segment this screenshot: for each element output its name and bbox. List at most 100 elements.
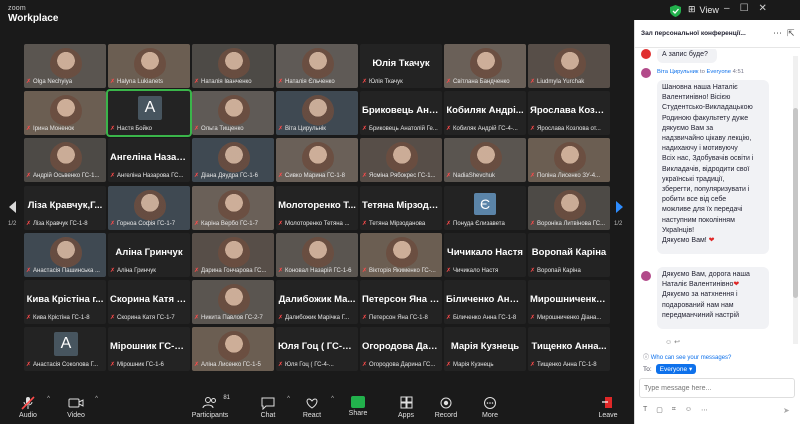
participant-tile[interactable]: ✗ Olga Nechyiya: [24, 44, 106, 88]
participant-tile[interactable]: ✗ Віта Цирульнік: [276, 91, 358, 136]
recipient-dropdown[interactable]: Everyone ▾: [655, 364, 697, 374]
participant-tile[interactable]: ✗ Горноа Софія ГС-1-7: [108, 185, 190, 230]
participant-tile[interactable]: ✗ Дарина Гончарова ГС...: [192, 232, 274, 277]
participant-tile[interactable]: Кива Крістіна г... ✗ Кива Крістіна ГС-1-8: [24, 280, 106, 324]
participant-tile[interactable]: Воропай Каріна ✗ Воропай Каріна: [528, 232, 610, 277]
participant-tile[interactable]: Молоторенко Т... ✗ Молоторенко Тетяна ...: [276, 185, 358, 230]
audio-button[interactable]: Audio ^: [8, 396, 50, 419]
participant-tile[interactable]: ✗ Вікторія Якименко ГС-...: [360, 232, 442, 277]
participant-tile[interactable]: ✗ Каріна Вербо ГС-1-7: [192, 185, 274, 230]
participant-tile[interactable]: Мірошник ГС-1-6 ✗ Мірошник ГС-1-6: [108, 327, 190, 372]
participant-tile[interactable]: ✗ Діана Дяудра ГС-1-6: [192, 138, 274, 183]
participant-tile[interactable]: Тетяна Мірзода... ✗ Тетяна Мірзоданова: [360, 185, 442, 230]
emoji-react-icon[interactable]: ☺: [665, 339, 672, 346]
leave-button[interactable]: Leave: [588, 396, 628, 419]
chat-popout-icon[interactable]: ⇱: [787, 28, 795, 39]
participant-tile[interactable]: ✗ Ясміна Рябокрес ГС-1...: [360, 138, 442, 183]
participant-tile[interactable]: ✗ Сивко Марина ГС-1-8: [276, 138, 358, 183]
participant-tile[interactable]: ✗ Вороніка Литвінова ГС...: [528, 185, 610, 230]
chat-button[interactable]: Chat ^: [248, 396, 290, 419]
screenshot-icon[interactable]: ⌗: [672, 406, 676, 414]
participant-tile[interactable]: Петерсон Яна Г... ✗ Петерсон Яна ГС-1-8: [360, 280, 442, 324]
participant-tile[interactable]: Бриковець Ана... ✗ Бриковець Анатолій Ге..…: [360, 91, 442, 136]
who-sees-icon: ⓘ: [643, 355, 650, 361]
video-caret-icon[interactable]: ^: [95, 396, 98, 402]
format-text-icon[interactable]: T: [643, 406, 647, 414]
participant-tile[interactable]: ✗ Никита Павлов ГС-2-7: [192, 280, 274, 324]
audio-caret-icon[interactable]: ^: [47, 396, 50, 402]
participant-tile[interactable]: Огородова Дар... ✗ Огородова Дарина ГС...: [360, 327, 442, 372]
participant-name: Liudmyla Yurchak: [537, 79, 585, 85]
more-button[interactable]: More: [470, 396, 510, 419]
participant-video-placeholder: [218, 48, 250, 80]
share-button[interactable]: Share: [338, 396, 378, 417]
attach-file-icon[interactable]: ▢: [656, 406, 663, 414]
participant-tile[interactable]: ✗ Наталія Єльченко: [276, 44, 358, 88]
participant-tile[interactable]: Є ✗ Понуда Єлизавета: [444, 185, 526, 230]
participant-tile[interactable]: Чичикало Настя ✗ Чичикало Настя: [444, 232, 526, 277]
chat-caret-icon[interactable]: ^: [287, 396, 290, 402]
view-button[interactable]: ⊞ View: [688, 4, 719, 15]
participant-tile[interactable]: Скорина Катя Г... ✗ Скорина Катя ГС-1-7: [108, 280, 190, 324]
message-line: Наталіє Валентинівно❤: [662, 281, 740, 289]
chat-scroll-thumb[interactable]: [793, 108, 798, 298]
next-page-icon[interactable]: [616, 201, 623, 213]
participant-name: Каріна Вербо ГС-1-7: [201, 220, 258, 227]
participant-tile[interactable]: A ✗ Анастасія Соколова Г...: [24, 327, 106, 372]
send-icon[interactable]: ➤: [783, 406, 790, 415]
participants-button[interactable]: Participants 81: [190, 395, 230, 419]
participant-tile[interactable]: ✗ Світлана Бандченко: [444, 44, 526, 88]
participant-tile[interactable]: A ✗ Настя Бойко: [106, 89, 192, 138]
participant-tile[interactable]: ✗ Анастасія Пашинська ...: [24, 232, 106, 277]
participant-tile[interactable]: Юлія Ткачук ✗ Юлія Ткачук: [360, 44, 442, 88]
participant-tile[interactable]: Біличенко Анна... ✗ Біличенко Анна ГС-1-8: [444, 280, 526, 324]
close-icon[interactable]: ✕: [759, 3, 767, 14]
participant-tile[interactable]: ✗ Halyna Lukianets: [108, 44, 190, 88]
message-recipient[interactable]: Everyone: [707, 69, 732, 75]
message-sender[interactable]: Віта Цирульник: [657, 69, 698, 75]
chat-message-input[interactable]: [639, 378, 795, 398]
participant-tile[interactable]: ✗ Ірина Моненок: [24, 91, 106, 136]
react-button[interactable]: React ^: [292, 396, 334, 419]
who-can-see-row[interactable]: ⓘ Who can see your messages?: [643, 352, 793, 361]
react-caret-icon[interactable]: ^: [331, 396, 334, 402]
chat-options-icon[interactable]: ⋯: [773, 28, 782, 39]
message-reactions[interactable]: ☺ ↩: [665, 338, 680, 346]
more-options-icon[interactable]: ⋯: [701, 406, 708, 414]
participant-tile[interactable]: Марія Кузнець ✗ Марія Кузнець: [444, 327, 526, 372]
participant-tile[interactable]: ✗ Андрій Осьвенко ГС-1...: [24, 138, 106, 183]
participant-video-placeholder: [134, 189, 166, 222]
participant-tile[interactable]: Юля Гоц ( ГС-4-... ✗ Юля Гоц ( ГС-4-...: [276, 327, 358, 372]
minimize-icon[interactable]: –: [724, 3, 730, 14]
participant-tile[interactable]: Ярослава Козл... ✗ Ярослава Козлова от...: [528, 91, 610, 136]
leave-label: Leave: [598, 412, 618, 419]
participant-name-label: ✗ NadiaShevchuk: [446, 172, 524, 181]
prev-page-icon[interactable]: [9, 201, 16, 213]
maximize-icon[interactable]: ☐: [740, 3, 749, 14]
participant-tile[interactable]: Ангеліна Назар... ✗ Ангеліна Назарова ГС..…: [108, 138, 190, 183]
participant-tile[interactable]: ✗ Аліна Лисенко ГС-1-5: [192, 327, 274, 372]
who-can-see-link[interactable]: Who can see your messages?: [651, 355, 732, 361]
participant-tile[interactable]: Далибожик Ма... ✗ Далибожик Марічка Г...: [276, 280, 358, 324]
shield-icon[interactable]: [670, 5, 681, 17]
participant-tile[interactable]: ✗ Наталія Іванченко: [192, 44, 274, 88]
participant-tile[interactable]: ✗ NadiaShevchuk: [444, 138, 526, 183]
participant-tile[interactable]: Ліза Кравчук,Г... ✗ Ліза Кравчук ГС-1-8: [24, 185, 106, 230]
participant-tile[interactable]: ✗ Коновал Назарій ГС-1-6: [276, 232, 358, 277]
participant-tile[interactable]: Тищенко Анна... ✗ Тищенко Анна ГС-1-8: [528, 327, 610, 372]
participant-tile[interactable]: ✗ Поліна Лисенко ЗУ-4...: [528, 138, 610, 183]
record-button[interactable]: Record: [426, 396, 466, 419]
participant-tile[interactable]: Мирошниченко... ✗ Мирошниченко Діана...: [528, 280, 610, 324]
video-button[interactable]: Video ^: [56, 396, 98, 419]
reply-icon[interactable]: ↩: [674, 339, 680, 346]
participant-video-placeholder: [50, 48, 82, 80]
participant-tile[interactable]: Аліна Гринчук ✗ Аліна Гринчук: [108, 232, 190, 277]
participant-video-placeholder: [554, 189, 586, 222]
participant-tile[interactable]: ✗ Liudmyla Yurchak: [528, 44, 610, 88]
participant-name: Ангеліна Назарова ГС...: [117, 173, 184, 180]
chat-scrollbar[interactable]: [793, 56, 798, 344]
participant-tile[interactable]: ✗ Ольга Тищенко: [192, 91, 274, 136]
apps-button[interactable]: Apps: [386, 396, 426, 419]
emoji-icon[interactable]: ☺: [685, 406, 692, 414]
participant-tile[interactable]: Кобиляк Андрі... ✗ Кобиляк Андрій ГС-4-...: [444, 91, 526, 136]
